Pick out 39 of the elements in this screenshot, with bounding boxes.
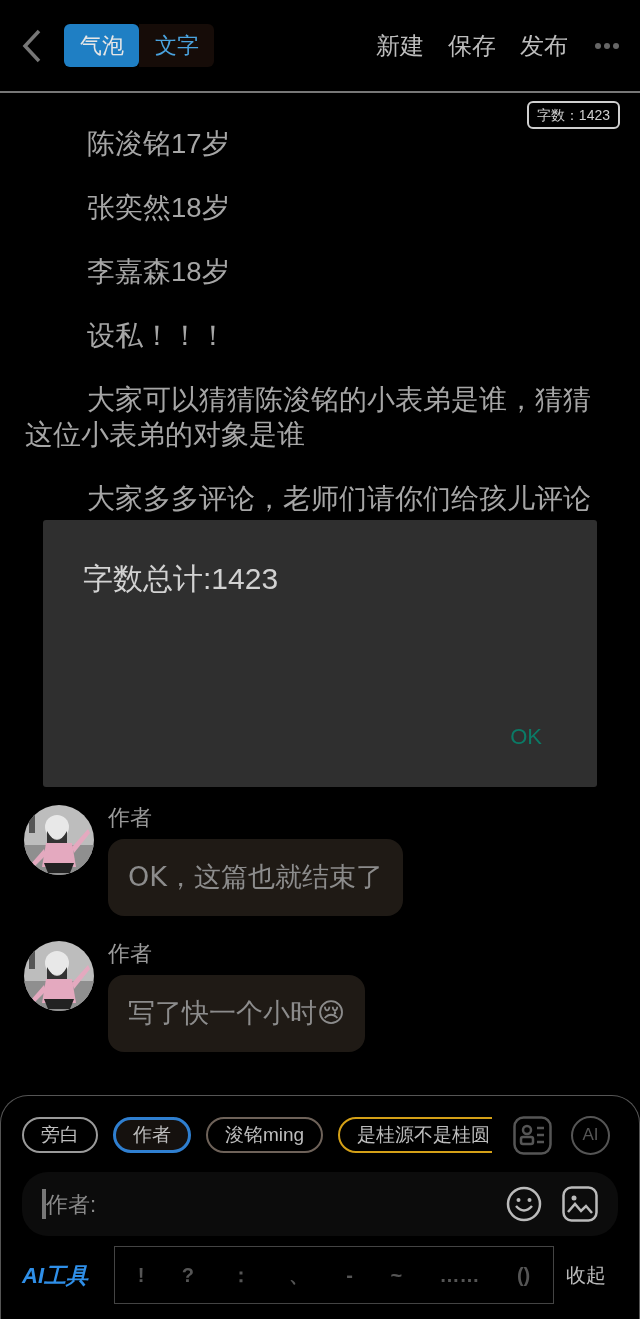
punctuation-key[interactable]: ~	[386, 1260, 407, 1290]
paragraph: 大家可以猜猜陈浚铭的小表弟是谁，猜猜这位小表弟的对象是谁	[25, 383, 592, 452]
punctuation-key[interactable]: -	[342, 1260, 357, 1290]
header-action[interactable]: 新建	[376, 27, 424, 64]
segment-tab[interactable]: 气泡	[64, 24, 139, 67]
punctuation-key[interactable]: ?	[177, 1260, 198, 1290]
dialog-title: 字数总计:1423	[83, 561, 280, 597]
paragraph: 李嘉森18岁	[86, 255, 231, 289]
ai-button[interactable]: AI	[571, 1115, 610, 1155]
header-action[interactable]: 发布	[520, 27, 568, 64]
author-name: 作者	[108, 941, 153, 967]
character-chip[interactable]: 浚铭ming	[206, 1117, 324, 1153]
author-name: 作者	[108, 805, 153, 831]
paragraph: 设私！！！	[86, 319, 228, 353]
text-input[interactable]: 作者:	[46, 1187, 486, 1221]
paragraph: 陈浚铭17岁	[86, 127, 231, 161]
paragraph: 大家多多评论，老师们请你们给孩儿评论	[86, 482, 592, 516]
punctuation-key[interactable]: ：	[227, 1260, 256, 1290]
punctuation-key[interactable]: ……	[435, 1260, 484, 1290]
punctuation-key[interactable]: 、	[284, 1260, 313, 1290]
message-bubble: 写了快一个小时😢	[108, 975, 366, 1052]
punctuation-key[interactable]: !	[133, 1260, 149, 1290]
word-count-badge: 字数：1423	[526, 101, 620, 129]
segment-tab[interactable]: 文字	[139, 24, 214, 67]
header-action[interactable]: 保存	[448, 27, 496, 64]
character-chip[interactable]: 是桂源不是桂圆	[338, 1117, 492, 1153]
input-field[interactable]: 作者:	[22, 1172, 618, 1236]
character-chip[interactable]: 旁白	[22, 1117, 98, 1153]
punctuation-key[interactable]: ()	[512, 1260, 535, 1290]
collapse-button[interactable]: 收起	[566, 1260, 606, 1290]
smiley-icon[interactable]	[506, 1186, 542, 1222]
more-icon[interactable]	[594, 41, 620, 50]
character-chip[interactable]: 作者	[113, 1117, 191, 1153]
ai-tools-button[interactable]: AI工具	[22, 1258, 114, 1292]
contact-card-icon[interactable]	[513, 1115, 552, 1155]
message-bubble: OK，这篇也就结束了	[108, 839, 403, 916]
ok-button[interactable]: OK	[510, 720, 542, 753]
image-icon[interactable]	[562, 1186, 598, 1222]
paragraph: 张奕然18岁	[86, 191, 231, 225]
